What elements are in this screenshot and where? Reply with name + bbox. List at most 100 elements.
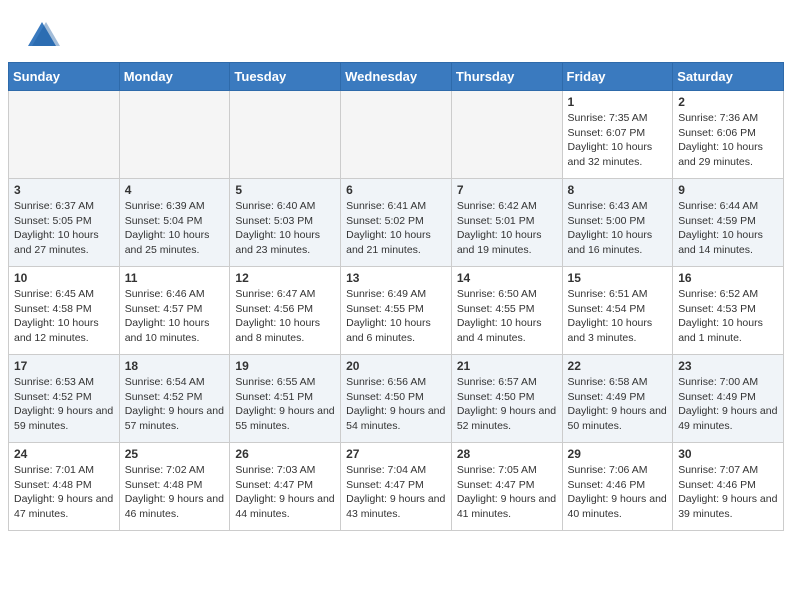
calendar-day-header: Tuesday xyxy=(230,63,341,91)
calendar-cell: 7 Sunrise: 6:42 AM Sunset: 5:01 PM Daylig… xyxy=(451,179,562,267)
day-number: 11 xyxy=(125,271,225,285)
day-info: Sunrise: 6:44 AM Sunset: 4:59 PM Dayligh… xyxy=(678,199,778,258)
header xyxy=(0,0,792,62)
day-number: 12 xyxy=(235,271,335,285)
day-info: Sunrise: 7:03 AM Sunset: 4:47 PM Dayligh… xyxy=(235,463,335,522)
day-number: 28 xyxy=(457,447,557,461)
day-info: Sunrise: 6:49 AM Sunset: 4:55 PM Dayligh… xyxy=(346,287,446,346)
calendar-cell: 22Sunrise: 6:58 AM Sunset: 4:49 PM Dayli… xyxy=(562,355,673,443)
day-number: 8 xyxy=(568,183,668,197)
day-info: Sunrise: 6:40 AM Sunset: 5:03 PM Dayligh… xyxy=(235,199,335,258)
calendar-cell: 15 Sunrise: 6:51 AM Sunset: 4:54 PM Dayli… xyxy=(562,267,673,355)
calendar-cell: 10 Sunrise: 6:45 AM Sunset: 4:58 PM Dayli… xyxy=(9,267,120,355)
day-number: 21 xyxy=(457,359,557,373)
day-info: Sunrise: 6:45 AM Sunset: 4:58 PM Dayligh… xyxy=(14,287,114,346)
day-info: Sunrise: 6:47 AM Sunset: 4:56 PM Dayligh… xyxy=(235,287,335,346)
day-info: Sunrise: 7:06 AM Sunset: 4:46 PM Dayligh… xyxy=(568,463,668,522)
calendar-cell xyxy=(451,91,562,179)
calendar-day-header: Friday xyxy=(562,63,673,91)
day-number: 9 xyxy=(678,183,778,197)
day-number: 6 xyxy=(346,183,446,197)
calendar-day-header: Thursday xyxy=(451,63,562,91)
calendar-cell: 27Sunrise: 7:04 AM Sunset: 4:47 PM Dayli… xyxy=(341,443,452,531)
calendar-week-row: 10 Sunrise: 6:45 AM Sunset: 4:58 PM Dayli… xyxy=(9,267,784,355)
logo-icon xyxy=(24,18,60,54)
day-info: Sunrise: 6:56 AM Sunset: 4:50 PM Dayligh… xyxy=(346,375,446,434)
calendar-cell: 3 Sunrise: 6:37 AM Sunset: 5:05 PM Daylig… xyxy=(9,179,120,267)
calendar-cell xyxy=(119,91,230,179)
calendar-cell: 23Sunrise: 7:00 AM Sunset: 4:49 PM Dayli… xyxy=(673,355,784,443)
calendar-cell: 28 Sunrise: 7:05 AM Sunset: 4:47 PM Dayli… xyxy=(451,443,562,531)
logo xyxy=(24,18,64,54)
calendar-cell: 9 Sunrise: 6:44 AM Sunset: 4:59 PM Daylig… xyxy=(673,179,784,267)
calendar-day-header: Saturday xyxy=(673,63,784,91)
calendar-week-row: 3 Sunrise: 6:37 AM Sunset: 5:05 PM Daylig… xyxy=(9,179,784,267)
calendar-cell: 16 Sunrise: 6:52 AM Sunset: 4:53 PM Dayli… xyxy=(673,267,784,355)
day-number: 16 xyxy=(678,271,778,285)
day-info: Sunrise: 7:36 AM Sunset: 6:06 PM Dayligh… xyxy=(678,111,778,170)
calendar-cell: 25 Sunrise: 7:02 AM Sunset: 4:48 PM Dayli… xyxy=(119,443,230,531)
calendar-cell: 26 Sunrise: 7:03 AM Sunset: 4:47 PM Dayli… xyxy=(230,443,341,531)
day-number: 2 xyxy=(678,95,778,109)
calendar-cell: 11 Sunrise: 6:46 AM Sunset: 4:57 PM Dayli… xyxy=(119,267,230,355)
calendar-day-header: Wednesday xyxy=(341,63,452,91)
calendar-cell: 20 Sunrise: 6:56 AM Sunset: 4:50 PM Dayli… xyxy=(341,355,452,443)
calendar-cell xyxy=(230,91,341,179)
calendar-cell: 24Sunrise: 7:01 AM Sunset: 4:48 PM Dayli… xyxy=(9,443,120,531)
calendar-cell: 2 Sunrise: 7:36 AM Sunset: 6:06 PM Daylig… xyxy=(673,91,784,179)
calendar-cell xyxy=(341,91,452,179)
day-info: Sunrise: 6:50 AM Sunset: 4:55 PM Dayligh… xyxy=(457,287,557,346)
day-number: 20 xyxy=(346,359,446,373)
day-info: Sunrise: 6:52 AM Sunset: 4:53 PM Dayligh… xyxy=(678,287,778,346)
day-number: 5 xyxy=(235,183,335,197)
calendar-cell: 8 Sunrise: 6:43 AM Sunset: 5:00 PM Daylig… xyxy=(562,179,673,267)
day-number: 7 xyxy=(457,183,557,197)
calendar-day-header: Sunday xyxy=(9,63,120,91)
calendar-cell: 12 Sunrise: 6:47 AM Sunset: 4:56 PM Dayli… xyxy=(230,267,341,355)
day-info: Sunrise: 7:07 AM Sunset: 4:46 PM Dayligh… xyxy=(678,463,778,522)
day-info: Sunrise: 7:00 AM Sunset: 4:49 PM Dayligh… xyxy=(678,375,778,434)
calendar-container: SundayMondayTuesdayWednesdayThursdayFrid… xyxy=(0,62,792,539)
day-info: Sunrise: 6:55 AM Sunset: 4:51 PM Dayligh… xyxy=(235,375,335,434)
calendar-cell xyxy=(9,91,120,179)
calendar-cell: 13 Sunrise: 6:49 AM Sunset: 4:55 PM Dayli… xyxy=(341,267,452,355)
day-info: Sunrise: 6:46 AM Sunset: 4:57 PM Dayligh… xyxy=(125,287,225,346)
day-number: 13 xyxy=(346,271,446,285)
calendar-week-row: 17Sunrise: 6:53 AM Sunset: 4:52 PM Dayli… xyxy=(9,355,784,443)
calendar-table: SundayMondayTuesdayWednesdayThursdayFrid… xyxy=(8,62,784,531)
day-number: 3 xyxy=(14,183,114,197)
day-info: Sunrise: 6:37 AM Sunset: 5:05 PM Dayligh… xyxy=(14,199,114,258)
day-number: 10 xyxy=(14,271,114,285)
day-number: 24 xyxy=(14,447,114,461)
day-number: 29 xyxy=(568,447,668,461)
day-number: 15 xyxy=(568,271,668,285)
calendar-cell: 4Sunrise: 6:39 AM Sunset: 5:04 PM Daylig… xyxy=(119,179,230,267)
calendar-cell: 29 Sunrise: 7:06 AM Sunset: 4:46 PM Dayli… xyxy=(562,443,673,531)
calendar-cell: 6 Sunrise: 6:41 AM Sunset: 5:02 PM Daylig… xyxy=(341,179,452,267)
day-info: Sunrise: 6:53 AM Sunset: 4:52 PM Dayligh… xyxy=(14,375,114,434)
calendar-cell: 21Sunrise: 6:57 AM Sunset: 4:50 PM Dayli… xyxy=(451,355,562,443)
calendar-week-row: 1Sunrise: 7:35 AM Sunset: 6:07 PM Daylig… xyxy=(9,91,784,179)
day-number: 25 xyxy=(125,447,225,461)
day-number: 4 xyxy=(125,183,225,197)
day-number: 1 xyxy=(568,95,668,109)
day-number: 26 xyxy=(235,447,335,461)
calendar-week-row: 24Sunrise: 7:01 AM Sunset: 4:48 PM Dayli… xyxy=(9,443,784,531)
calendar-cell: 18Sunrise: 6:54 AM Sunset: 4:52 PM Dayli… xyxy=(119,355,230,443)
day-info: Sunrise: 7:02 AM Sunset: 4:48 PM Dayligh… xyxy=(125,463,225,522)
day-info: Sunrise: 6:58 AM Sunset: 4:49 PM Dayligh… xyxy=(568,375,668,434)
day-info: Sunrise: 6:42 AM Sunset: 5:01 PM Dayligh… xyxy=(457,199,557,258)
day-info: Sunrise: 7:05 AM Sunset: 4:47 PM Dayligh… xyxy=(457,463,557,522)
calendar-day-header: Monday xyxy=(119,63,230,91)
day-info: Sunrise: 6:41 AM Sunset: 5:02 PM Dayligh… xyxy=(346,199,446,258)
calendar-cell: 1Sunrise: 7:35 AM Sunset: 6:07 PM Daylig… xyxy=(562,91,673,179)
day-info: Sunrise: 7:04 AM Sunset: 4:47 PM Dayligh… xyxy=(346,463,446,522)
calendar-cell: 17Sunrise: 6:53 AM Sunset: 4:52 PM Dayli… xyxy=(9,355,120,443)
day-number: 18 xyxy=(125,359,225,373)
day-number: 14 xyxy=(457,271,557,285)
day-info: Sunrise: 6:51 AM Sunset: 4:54 PM Dayligh… xyxy=(568,287,668,346)
calendar-cell: 30Sunrise: 7:07 AM Sunset: 4:46 PM Dayli… xyxy=(673,443,784,531)
calendar-cell: 19Sunrise: 6:55 AM Sunset: 4:51 PM Dayli… xyxy=(230,355,341,443)
calendar-cell: 14 Sunrise: 6:50 AM Sunset: 4:55 PM Dayli… xyxy=(451,267,562,355)
day-info: Sunrise: 6:43 AM Sunset: 5:00 PM Dayligh… xyxy=(568,199,668,258)
